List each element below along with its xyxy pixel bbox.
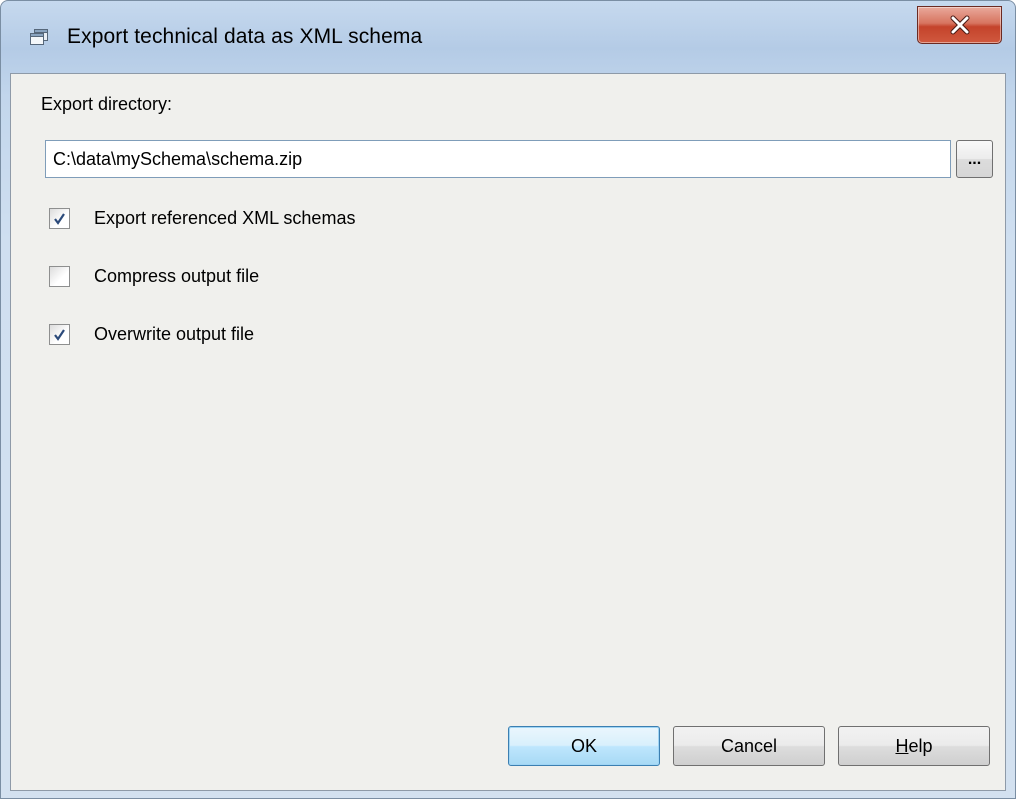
close-button[interactable]: [917, 6, 1002, 44]
export-directory-label: Export directory:: [41, 94, 173, 114]
close-x-icon: [949, 15, 971, 35]
help-hotkey: H: [895, 735, 909, 756]
help-button[interactable]: Help: [838, 726, 990, 766]
window-title: Export technical data as XML schema: [67, 25, 423, 48]
overwrite-output-checkbox[interactable]: [49, 323, 70, 345]
export-referenced-schemas-label: Export referenced XML schemas: [94, 207, 356, 228]
title-bar[interactable]: Export technical data as XML schema: [1, 1, 1015, 73]
option-compress-output[interactable]: Compress output file: [49, 263, 259, 289]
export-directory-input[interactable]: [45, 140, 951, 178]
checkmark-icon: [54, 328, 65, 341]
export-dialog: Export technical data as XML schema Expo…: [0, 0, 1016, 799]
ok-button[interactable]: OK: [508, 726, 660, 766]
option-export-referenced-schemas[interactable]: Export referenced XML schemas: [49, 205, 355, 231]
compress-output-label: Compress output file: [94, 265, 260, 286]
overwrite-output-label: Overwrite output file: [94, 323, 255, 344]
checkmark-icon: [54, 212, 65, 225]
dialog-content: Export directory: ... Export referenced …: [10, 73, 1006, 791]
cancel-button[interactable]: Cancel: [673, 726, 825, 766]
option-overwrite-output[interactable]: Overwrite output file: [49, 321, 254, 347]
help-label-rest: elp: [908, 735, 933, 756]
browse-button[interactable]: ...: [956, 140, 993, 178]
dialog-window-icon: [29, 28, 49, 46]
compress-output-checkbox[interactable]: [49, 265, 70, 287]
export-referenced-schemas-checkbox[interactable]: [49, 207, 70, 229]
